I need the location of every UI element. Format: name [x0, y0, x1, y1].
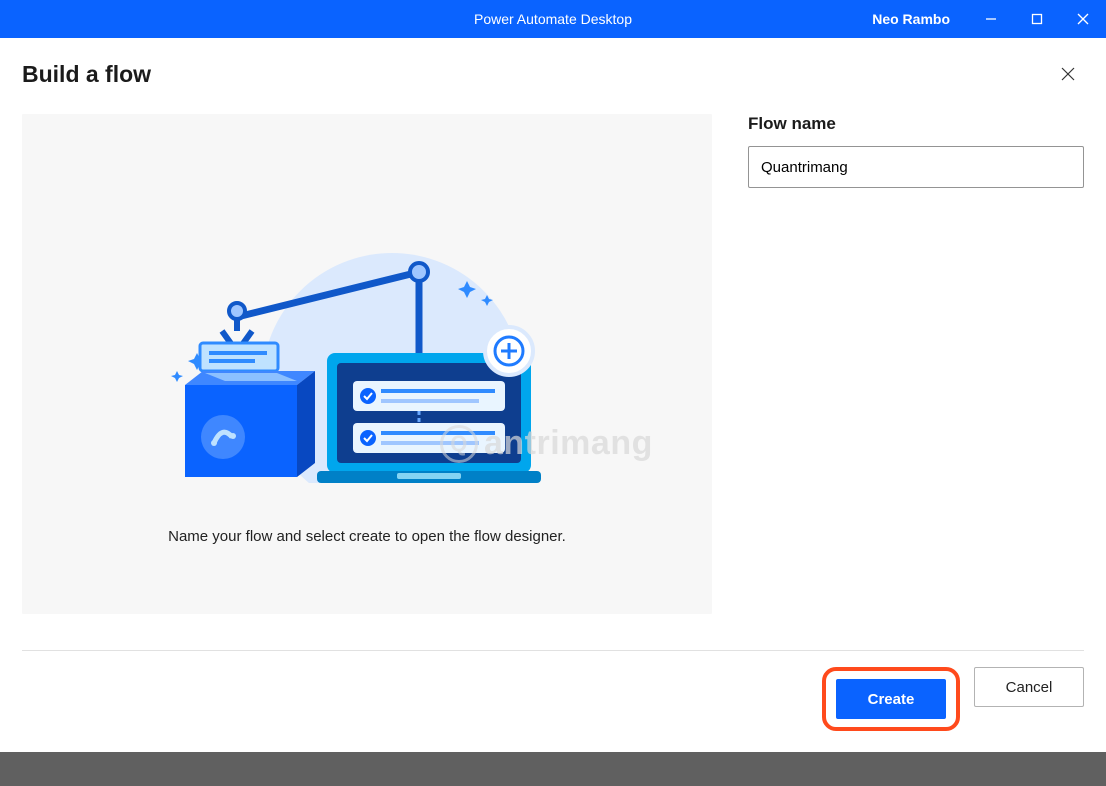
minimize-button[interactable]: [968, 0, 1014, 38]
window-close-button[interactable]: [1060, 0, 1106, 38]
illustration-caption: Name your flow and select create to open…: [168, 528, 566, 545]
close-icon: [1060, 66, 1076, 82]
minimize-icon: [984, 12, 998, 26]
user-name[interactable]: Neo Rambo: [872, 11, 968, 27]
dialog-footer: Create Cancel: [0, 651, 1106, 751]
close-icon: [1076, 12, 1090, 26]
title-bar: Power Automate Desktop Neo Rambo: [0, 0, 1106, 38]
app-title: Power Automate Desktop: [474, 11, 632, 27]
flow-name-label: Flow name: [748, 114, 1084, 134]
dialog-close-button[interactable]: [1052, 58, 1084, 90]
background-strip: [0, 752, 1106, 786]
dialog-title: Build a flow: [22, 61, 151, 88]
form-panel: Flow name: [748, 114, 1084, 614]
create-button-highlight: Create: [822, 667, 960, 731]
dialog-body: Name your flow and select create to open…: [0, 98, 1106, 614]
maximize-button[interactable]: [1014, 0, 1060, 38]
cancel-button[interactable]: Cancel: [974, 667, 1084, 707]
maximize-icon: [1031, 13, 1043, 25]
dialog-header: Build a flow: [0, 38, 1106, 98]
flow-name-input[interactable]: [748, 146, 1084, 188]
create-button[interactable]: Create: [836, 679, 946, 719]
illustration-panel: Name your flow and select create to open…: [22, 114, 712, 614]
build-flow-dialog: Build a flow: [0, 38, 1106, 751]
flow-illustration: [167, 223, 567, 488]
